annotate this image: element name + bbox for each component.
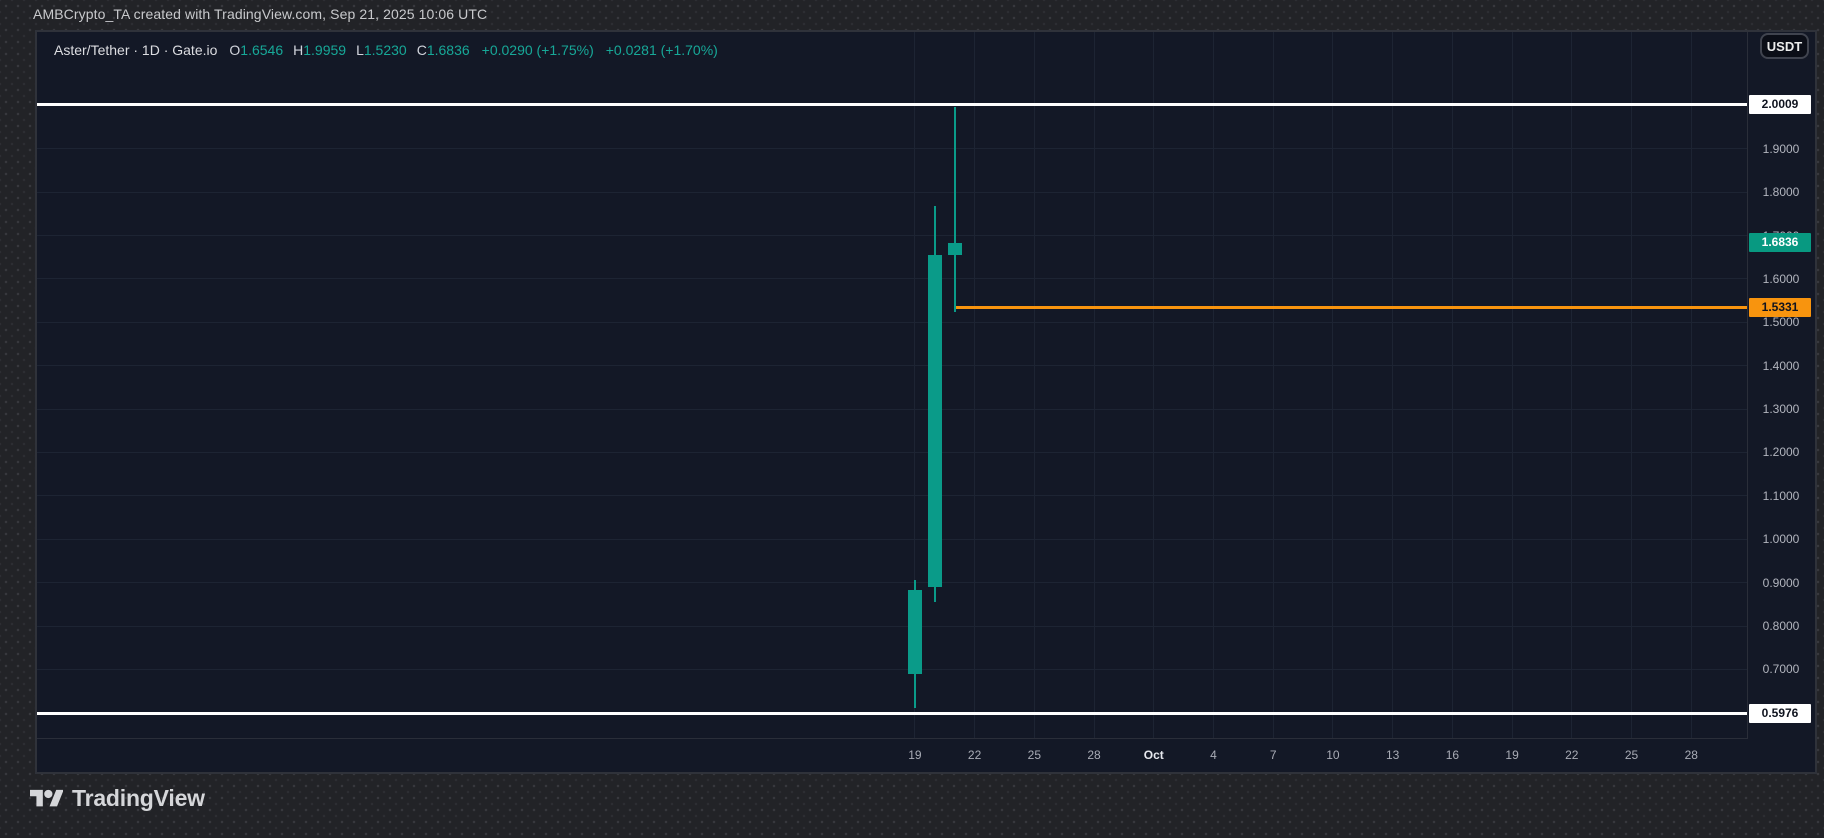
time-tick-label: 25 — [1625, 747, 1638, 763]
grid-line-horizontal — [37, 365, 1747, 366]
white-level-price-label: 2.0009 — [1749, 95, 1811, 114]
time-tick-label: 13 — [1386, 747, 1399, 763]
white-level-price-label: 0.5976 — [1749, 704, 1811, 723]
white-level-line — [37, 103, 1747, 106]
change-percent: +0.0281 (+1.70%) — [606, 42, 718, 58]
last-price-label: 1.6836 — [1749, 233, 1811, 252]
orange-level-price-label: 1.5331 — [1749, 298, 1811, 317]
time-tick-label: 19 — [908, 747, 921, 763]
grid-line-vertical — [974, 32, 975, 738]
grid-line-vertical — [1571, 32, 1572, 738]
price-tick-label: 1.4000 — [1748, 358, 1814, 374]
grid-line-vertical — [1452, 32, 1453, 738]
currency-toggle-button[interactable]: USDT — [1760, 33, 1809, 59]
grid-line-horizontal — [37, 409, 1747, 410]
grid-line-horizontal — [37, 235, 1747, 236]
tradingview-logo[interactable]: TradingView — [30, 785, 205, 812]
change-absolute: +0.0290 (+1.75%) — [482, 42, 594, 58]
grid-line-vertical — [1332, 32, 1333, 738]
time-tick-label: Oct — [1144, 747, 1164, 763]
price-tick-label: 1.2000 — [1748, 444, 1814, 460]
candle-body — [908, 590, 922, 674]
grid-line-horizontal — [37, 582, 1747, 583]
grid-line-horizontal — [37, 452, 1747, 453]
time-tick-label: 25 — [1028, 747, 1041, 763]
time-tick-label: 7 — [1270, 747, 1277, 763]
candle-body — [928, 255, 942, 586]
grid-line-horizontal — [37, 278, 1747, 279]
time-tick-label: 10 — [1326, 747, 1339, 763]
grid-line-vertical — [1273, 32, 1274, 738]
grid-line-vertical — [1213, 32, 1214, 738]
chart-panel-inner: Aster/Tether · 1D · Gate.io O1.6546 H1.99… — [37, 32, 1815, 772]
chart-header: Aster/Tether · 1D · Gate.io O1.6546 H1.99… — [54, 42, 718, 58]
price-tick-label: 1.0000 — [1748, 531, 1814, 547]
ohlc-item: O1.6546 — [229, 42, 283, 58]
time-tick-label: 22 — [1565, 747, 1578, 763]
grid-line-vertical — [1094, 32, 1095, 738]
white-level-line — [37, 712, 1747, 715]
grid-line-vertical — [1512, 32, 1513, 738]
price-tick-label: 1.9000 — [1748, 141, 1814, 157]
time-tick-label: 4 — [1210, 747, 1217, 763]
time-tick-label: 28 — [1087, 747, 1100, 763]
time-tick-label: 28 — [1685, 747, 1698, 763]
time-axis[interactable]: 19 22 25 28 Oct 4 7 10 13 16 19 22 25 28 — [37, 739, 1747, 772]
ohlc-item: H1.9959 — [293, 42, 346, 58]
price-tick-label: 1.6000 — [1748, 271, 1814, 287]
grid-line-vertical — [1691, 32, 1692, 738]
grid-line-horizontal — [37, 192, 1747, 193]
price-tick-label: 0.9000 — [1748, 575, 1814, 591]
grid-line-vertical — [1392, 32, 1393, 738]
chart-panel: Aster/Tether · 1D · Gate.io O1.6546 H1.99… — [35, 30, 1817, 774]
price-tick-label: 0.8000 — [1748, 618, 1814, 634]
grid-line-horizontal — [37, 148, 1747, 149]
time-tick-label: 19 — [1505, 747, 1518, 763]
grid-line-horizontal — [37, 669, 1747, 670]
plot-area[interactable] — [37, 32, 1748, 739]
grid-line-vertical — [1034, 32, 1035, 738]
price-tick-label: 1.8000 — [1748, 184, 1814, 200]
grid-line-horizontal — [37, 626, 1747, 627]
page: AMBCrypto_TA created with TradingView.co… — [0, 0, 1824, 838]
price-axis[interactable]: 1.90001.80001.70001.60001.50001.40001.30… — [1748, 32, 1814, 738]
ohlc-item: C1.6836 — [417, 42, 470, 58]
time-tick-label: 16 — [1446, 747, 1459, 763]
ohlc-item: L1.5230 — [356, 42, 407, 58]
tradingview-logo-icon — [30, 786, 63, 812]
candle-body — [948, 243, 962, 256]
candle-wick — [954, 107, 956, 312]
price-tick-label: 1.1000 — [1748, 488, 1814, 504]
tradingview-logo-text: TradingView — [72, 785, 205, 812]
grid-line-horizontal — [37, 495, 1747, 496]
time-tick-label: 22 — [968, 747, 981, 763]
grid-line-vertical — [1153, 32, 1154, 738]
grid-line-vertical — [1631, 32, 1632, 738]
grid-line-horizontal — [37, 539, 1747, 540]
orange-level-line — [955, 306, 1747, 309]
price-tick-label: 0.7000 — [1748, 661, 1814, 677]
ohlc-values: O1.6546 H1.9959 L1.5230 C1.6836 — [229, 42, 469, 58]
price-tick-label: 1.3000 — [1748, 401, 1814, 417]
attribution-text: AMBCrypto_TA created with TradingView.co… — [33, 6, 487, 22]
grid-line-horizontal — [37, 322, 1747, 323]
symbol-title: Aster/Tether · 1D · Gate.io — [54, 42, 217, 58]
